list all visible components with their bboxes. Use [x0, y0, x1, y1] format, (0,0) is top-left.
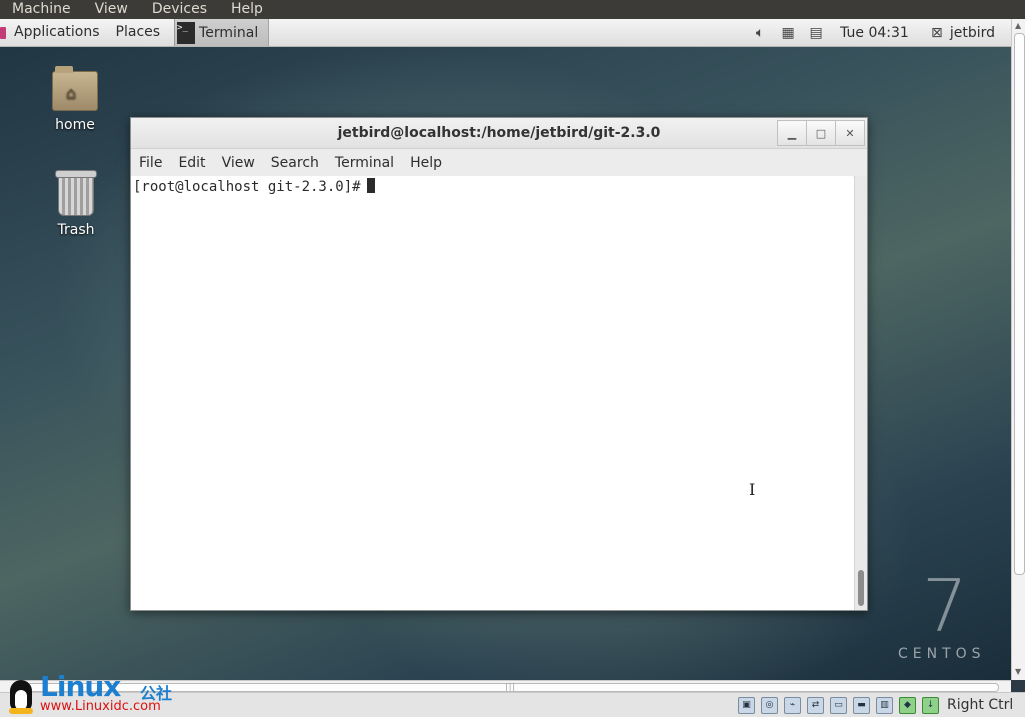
maximize-button[interactable]: □ [806, 120, 836, 146]
terminal-menu-edit[interactable]: Edit [170, 149, 213, 177]
window-controls: ▁ □ ✕ [777, 120, 865, 146]
host-vertical-scrollbar-thumb[interactable] [1014, 33, 1025, 575]
network-adapter-icon[interactable]: ⇄ [807, 696, 824, 714]
penguin-icon [6, 674, 36, 714]
terminal-icon: >_ [177, 21, 196, 44]
volume-icon[interactable]: 🔈︎ [751, 24, 769, 42]
centos-version-watermark: 7 [922, 564, 968, 648]
display-icon[interactable]: ▬ [853, 696, 870, 714]
mouse-integration-icon[interactable]: ↓ [922, 696, 939, 714]
host-menu-help[interactable]: Help [219, 0, 275, 19]
ibeam-mouse-cursor: I [749, 480, 756, 499]
places-menu[interactable]: Places [108, 19, 169, 46]
clock[interactable]: Tue 04:31 [830, 25, 923, 41]
user-menu[interactable]: ⊠ jetbird [923, 24, 1011, 42]
host-menu-view[interactable]: View [83, 0, 140, 19]
scroll-grip-icon: ||| [505, 682, 517, 691]
close-button[interactable]: ✕ [835, 120, 865, 146]
host-key-label: Right Ctrl [947, 697, 1014, 713]
clipboard-icon[interactable]: ▤ [807, 24, 825, 42]
gnome-top-panel: Applications Places >_ Terminal 🔈︎ ▦ ▤ T… [0, 19, 1011, 47]
taskbar-terminal[interactable]: >_ Terminal [175, 19, 270, 46]
optical-drive-icon[interactable]: ◎ [761, 696, 778, 714]
taskbar-terminal-label: Terminal [199, 24, 259, 41]
host-vertical-scrollbar[interactable]: ▲ ▼ [1011, 19, 1025, 680]
linuxidc-logo: Linux 公社 www.Linuxidc.com [6, 670, 190, 714]
host-menubar: Machine View Devices Help [0, 0, 1025, 19]
desktop-icon-home-label: home [55, 117, 95, 133]
terminal-menu-file[interactable]: File [131, 149, 170, 177]
hard-disk-icon[interactable]: ▣ [738, 696, 755, 714]
trash-icon [55, 170, 97, 216]
terminal-menu-terminal[interactable]: Terminal [327, 149, 402, 177]
virtualization-icon[interactable]: ◆ [899, 696, 916, 714]
logo-text: Linux 公社 www.Linuxidc.com [40, 670, 190, 714]
usb-icon[interactable]: ⌁ [784, 696, 801, 714]
shell-prompt-line: [root@localhost git-2.3.0]# [133, 178, 375, 195]
logo-url: www.Linuxidc.com [40, 699, 161, 714]
shared-folder-icon[interactable]: ▭ [830, 696, 847, 714]
terminal-scrollbar-thumb[interactable] [858, 570, 864, 606]
shell-prompt: [root@localhost git-2.3.0]# [133, 179, 361, 195]
terminal-title: jetbird@localhost:/home/jetbird/git-2.3.… [337, 125, 661, 141]
terminal-menu-view[interactable]: View [214, 149, 263, 177]
desktop-icon-trash-label: Trash [57, 222, 95, 238]
terminal-scrollbar[interactable] [854, 176, 867, 610]
terminal-menu-help[interactable]: Help [402, 149, 450, 177]
panel-status-area: 🔈︎ ▦ ▤ Tue 04:31 ⊠ jetbird [746, 19, 1011, 46]
terminal-window: jetbird@localhost:/home/jetbird/git-2.3.… [130, 117, 868, 611]
desktop-icon-trash[interactable]: Trash [36, 170, 116, 238]
host-menu-machine[interactable]: Machine [0, 0, 83, 19]
guest-desktop: Applications Places >_ Terminal 🔈︎ ▦ ▤ T… [0, 19, 1011, 680]
device-status-icons: ▣ ◎ ⌁ ⇄ ▭ ▬ ▥ ◆ ↓ [738, 696, 945, 714]
scroll-down-arrow-icon[interactable]: ▼ [1015, 667, 1021, 676]
home-folder-icon: ⌂ [52, 66, 98, 111]
terminal-titlebar[interactable]: jetbird@localhost:/home/jetbird/git-2.3.… [131, 118, 867, 149]
user-name: jetbird [949, 24, 995, 41]
desktop-icon-home[interactable]: ⌂ home [35, 66, 115, 133]
applications-menu[interactable]: Applications [6, 19, 108, 46]
host-menu-devices[interactable]: Devices [140, 0, 219, 19]
terminal-menubar: File Edit View Search Terminal Help [131, 149, 867, 177]
text-cursor [366, 178, 375, 193]
network-icon[interactable]: ▦ [779, 24, 797, 42]
video-capture-icon[interactable]: ▥ [876, 696, 893, 714]
minimize-button[interactable]: ▁ [777, 120, 807, 146]
terminal-output[interactable]: [root@localhost git-2.3.0]# [131, 176, 853, 610]
user-icon: ⊠ [930, 24, 943, 41]
centos-name-watermark: CENTOS [898, 646, 986, 662]
terminal-menu-search[interactable]: Search [263, 149, 327, 177]
scroll-up-arrow-icon[interactable]: ▲ [1015, 21, 1021, 30]
